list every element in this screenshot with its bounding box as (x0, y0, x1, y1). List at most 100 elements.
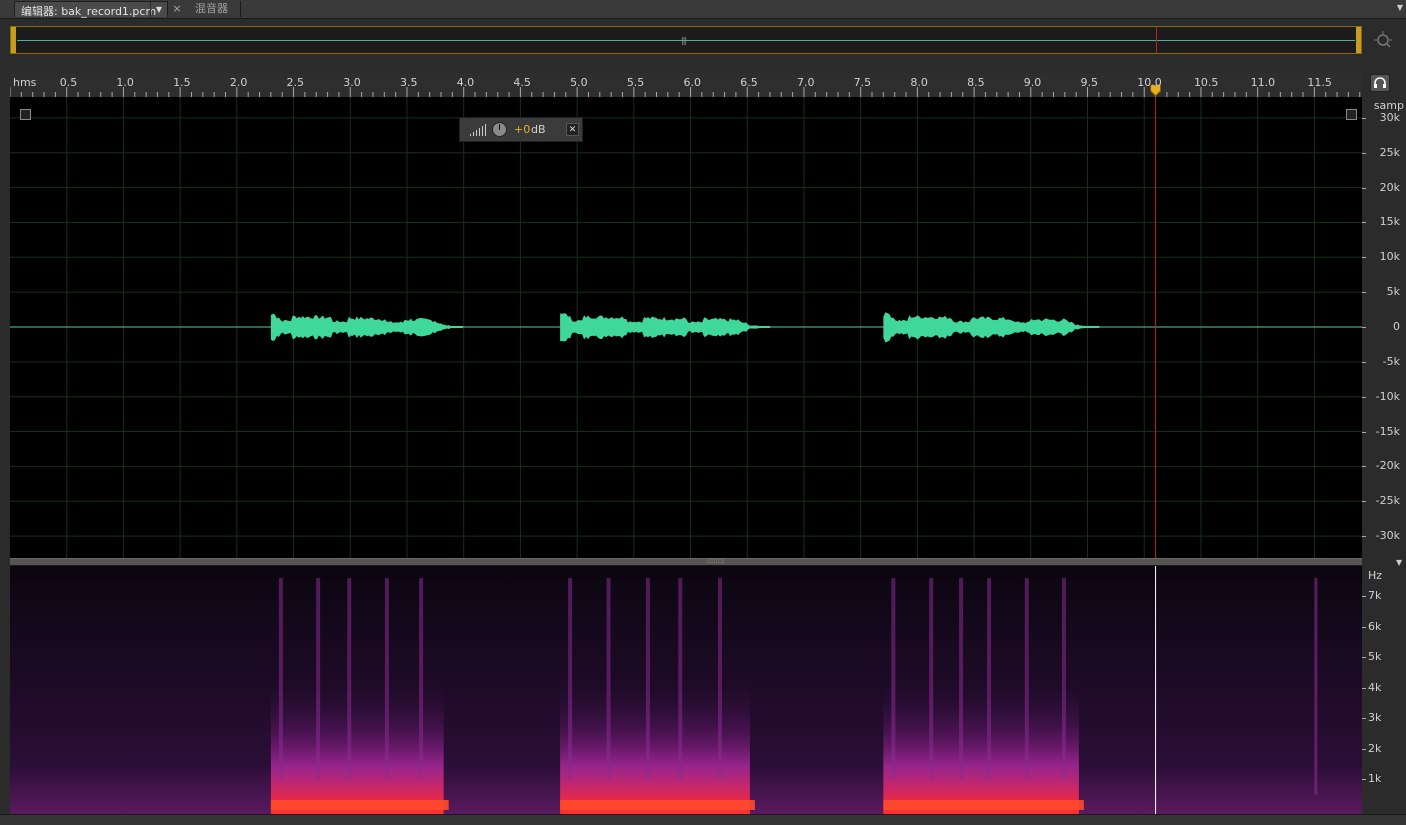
ruler-tick-label: 10.5 (1193, 76, 1219, 89)
frequency-label: 7k (1368, 589, 1382, 603)
frequency-label: 5k (1368, 650, 1382, 664)
ruler-tick-label: 7.0 (796, 76, 815, 89)
frequency-axis: Hz 7k 6k 5k 4k 3k 2k 1k (1362, 566, 1406, 814)
spectrogram-streak (678, 578, 683, 780)
ruler-tick-label: 2.5 (286, 76, 305, 89)
ruler-tick-label: 1.5 (173, 76, 191, 89)
waveform-segment (883, 312, 1100, 343)
ruler-tick-label: 2.0 (229, 76, 248, 89)
zoom-navigator-icon[interactable] (1372, 30, 1394, 52)
frequency-label: 2k (1368, 741, 1382, 755)
time-ruler[interactable]: hms 0.5 1.0 1.5 2.0 2.5 3.0 3.5 4.0 4.5 5.0 5.5 6.0… (10, 73, 1362, 97)
time-unit-label: hms (13, 76, 37, 89)
close-icon[interactable]: × (171, 1, 183, 17)
amplitude-label: 25k (1379, 145, 1400, 159)
amplitude-label: 15k (1379, 215, 1400, 229)
ruler-tick-label: 6.0 (683, 76, 702, 89)
frequency-label: 3k (1368, 711, 1382, 725)
volume-hud[interactable]: +0 dB ✕ (459, 117, 583, 142)
tab-mixer[interactable]: 混音器 (185, 1, 241, 17)
amplitude-label: 10k (1379, 250, 1400, 264)
panel-menu-icon[interactable]: ▼ (1394, 0, 1406, 16)
ruler-tick-label: 5.5 (626, 76, 645, 89)
spectrogram-streak (568, 578, 573, 780)
spectrogram-canvas (10, 566, 1362, 814)
ruler-tick-label: 11.5 (1307, 76, 1332, 89)
spectrogram-streak (987, 578, 992, 780)
spectrogram-segment (883, 675, 1079, 814)
spectrogram-segment (270, 675, 444, 814)
ruler-tick-label: 8.5 (967, 76, 985, 89)
spectrogram-fundamental (883, 800, 1084, 810)
ruler-tick-label: 4.0 (456, 76, 475, 89)
spectrogram-streak (384, 578, 389, 780)
ruler-tick-label: 8.0 (910, 76, 928, 89)
ruler-tick-label: 6.5 (740, 76, 758, 89)
amplitude-label: 30k (1379, 110, 1400, 124)
splitter-grip-icon[interactable]: :::::::: (706, 557, 725, 565)
tab-editor-label: 编辑器: bak_record1.pcm (21, 5, 157, 18)
spectrogram-streak (316, 578, 321, 780)
spectrogram-streak (278, 578, 283, 780)
amplitude-label: -30k (1375, 529, 1400, 543)
overview-playhead (1156, 27, 1157, 53)
gain-knob[interactable] (492, 122, 507, 137)
ruler-tick-label: 10.0 (1137, 76, 1162, 89)
amplitude-label: 5k (1386, 285, 1400, 299)
ruler-tick-label: 11.0 (1250, 76, 1276, 89)
tab-editor[interactable]: 编辑器: bak_record1.pcm ▼ (14, 1, 168, 18)
overview-navigator[interactable]: ||| (10, 26, 1362, 54)
view-splitter[interactable]: :::::::: (10, 557, 1362, 566)
spectrogram-streak (929, 578, 934, 780)
headphone-icon[interactable] (1370, 74, 1390, 92)
waveform-corner-right-icon[interactable] (1346, 109, 1357, 120)
spectrogram-streak (717, 578, 722, 780)
spectrogram-streak (1024, 578, 1029, 780)
gain-unit: dB (531, 123, 546, 136)
spectrogram-streak (959, 578, 964, 780)
spectrogram-streak (645, 578, 650, 780)
waveform-canvas (10, 97, 1362, 558)
spectrogram-streak (891, 578, 896, 780)
ruler-tick-label: 5.0 (570, 76, 588, 89)
spectrogram-fundamental (560, 800, 755, 810)
spectrogram-streak (606, 578, 611, 780)
chevron-down-icon[interactable]: ▼ (150, 2, 167, 17)
amplitude-label: -25k (1375, 494, 1400, 508)
amplitude-label: -5k (1382, 354, 1400, 368)
waveform-segment (560, 313, 771, 342)
spectrogram-display[interactable] (10, 566, 1362, 814)
amplitude-axis: samp 30k 25k 20k 15k 10k 5k 0 -5k -10k -15k -20k -2… (1362, 97, 1406, 558)
level-bars-icon (470, 124, 486, 136)
amplitude-label: 0 (1393, 320, 1400, 333)
ruler-tick-label: 3.5 (399, 76, 418, 89)
ruler-tick-label: 9.0 (1023, 76, 1042, 89)
pin-icon[interactable]: ✕ (566, 123, 579, 136)
spectrogram-streak (419, 578, 424, 780)
frequency-label: 1k (1368, 772, 1382, 786)
ruler-tick-label: 9.5 (1080, 76, 1099, 89)
overview-grip-icon[interactable]: ||| (681, 36, 687, 45)
amplitude-label: -20k (1375, 459, 1400, 473)
spectrogram-streak (1061, 578, 1066, 780)
spectrogram-streak (1314, 578, 1318, 795)
spectrogram-fundamental (270, 800, 449, 810)
spectrogram-streak (347, 578, 352, 780)
overview-handle-right[interactable] (1356, 27, 1361, 53)
frequency-label: 4k (1368, 680, 1382, 694)
waveform-display[interactable] (10, 97, 1362, 558)
gain-value[interactable]: +0 (514, 123, 530, 136)
waveform-segment (270, 313, 463, 341)
ruler-tick-label: 0.5 (59, 76, 78, 89)
ruler-tick-label: 1.0 (116, 76, 134, 89)
amplitude-label: 20k (1379, 180, 1400, 194)
ruler-tick-label: 3.0 (343, 76, 361, 89)
status-bar (0, 814, 1406, 825)
ruler-tick-label: 7.5 (853, 76, 872, 89)
overview-handle-left[interactable] (11, 27, 16, 53)
frequency-unit: Hz (1368, 569, 1383, 582)
waveform-corner-left-icon[interactable] (20, 109, 31, 120)
amplitude-label: -15k (1375, 424, 1400, 438)
frequency-label: 6k (1368, 619, 1382, 633)
amplitude-label: -10k (1375, 389, 1400, 403)
